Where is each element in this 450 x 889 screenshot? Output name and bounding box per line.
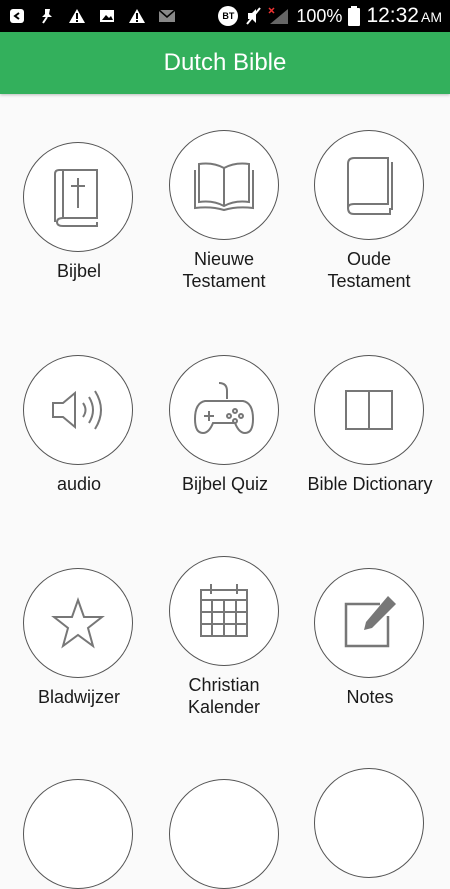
menu-item-oude-testament[interactable]: Oude Testament: [300, 130, 440, 310]
clock: 12:32 AM: [366, 4, 442, 28]
gamepad-icon: [193, 382, 255, 435]
ampm-text: AM: [421, 9, 442, 25]
speaker-icon: [52, 390, 102, 430]
menu-item-bijbel-quiz[interactable]: Bijbel Quiz: [155, 355, 295, 535]
menu-icon-circle: [314, 130, 424, 240]
closed-book-icon: [346, 157, 393, 215]
menu-item-partial[interactable]: [169, 779, 279, 889]
menu-item-partial[interactable]: [23, 779, 133, 889]
menu-item-label: Bible Dictionary: [307, 474, 433, 494]
bluetooth-icon: BT: [218, 6, 239, 26]
menu-item-label: Nieuwe Testament: [182, 249, 266, 291]
menu-icon-circle: [23, 355, 133, 465]
time-text: 12:32: [366, 4, 419, 27]
menu-item-label: Bladwijzer: [37, 687, 121, 707]
battery-icon: [348, 6, 361, 26]
menu-item-bible-dictionary[interactable]: Bible Dictionary: [300, 355, 440, 535]
pin-icon: [38, 7, 56, 25]
menu-item-label: Notes: [346, 687, 394, 707]
app-bar: Dutch Bible: [0, 32, 450, 94]
menu-item-label: Bijbel Quiz: [181, 474, 269, 494]
menu-item-bladwijzer[interactable]: Bladwijzer: [9, 568, 149, 748]
app-title: Dutch Bible: [163, 49, 287, 76]
book-outline-icon: [345, 390, 393, 430]
battery-percentage: 100%: [296, 5, 343, 26]
mail-icon: [158, 7, 176, 25]
image-icon: [98, 7, 116, 25]
menu-icon-circle: [23, 568, 133, 678]
signal-icon: [268, 7, 290, 25]
open-book-icon: [194, 162, 254, 212]
status-bar: BT 100% 12:32 AM: [0, 0, 450, 32]
menu-item-bijbel[interactable]: Bijbel: [9, 142, 149, 322]
menu-icon-circle: [169, 130, 279, 240]
warning-icon: [128, 7, 146, 25]
menu-icon-circle: [23, 142, 133, 252]
menu-icon-circle: [169, 355, 279, 465]
menu-item-audio[interactable]: audio: [9, 355, 149, 535]
bible-cross-icon: [54, 169, 98, 227]
notification-back-icon: [8, 7, 26, 25]
warning-icon: [68, 7, 86, 25]
edit-note-icon: [344, 596, 396, 648]
menu-item-christian-kalender[interactable]: Christian Kalender: [155, 556, 295, 736]
menu-item-label: Christian Kalender: [187, 675, 261, 717]
menu-icon-circle: [169, 556, 279, 666]
menu-icon-circle: [314, 355, 424, 465]
calendar-icon: [200, 584, 248, 637]
menu-item-partial[interactable]: [314, 768, 424, 878]
menu-item-notes[interactable]: Notes: [300, 568, 440, 748]
menu-item-nieuwe-testament[interactable]: Nieuwe Testament: [155, 130, 295, 310]
menu-icon-circle: [314, 568, 424, 678]
star-icon: [51, 596, 105, 649]
menu-item-label: audio: [56, 474, 102, 494]
mute-icon: [244, 7, 262, 25]
menu-item-label: Bijbel: [56, 261, 102, 281]
menu-item-label: Oude Testament: [327, 249, 411, 291]
